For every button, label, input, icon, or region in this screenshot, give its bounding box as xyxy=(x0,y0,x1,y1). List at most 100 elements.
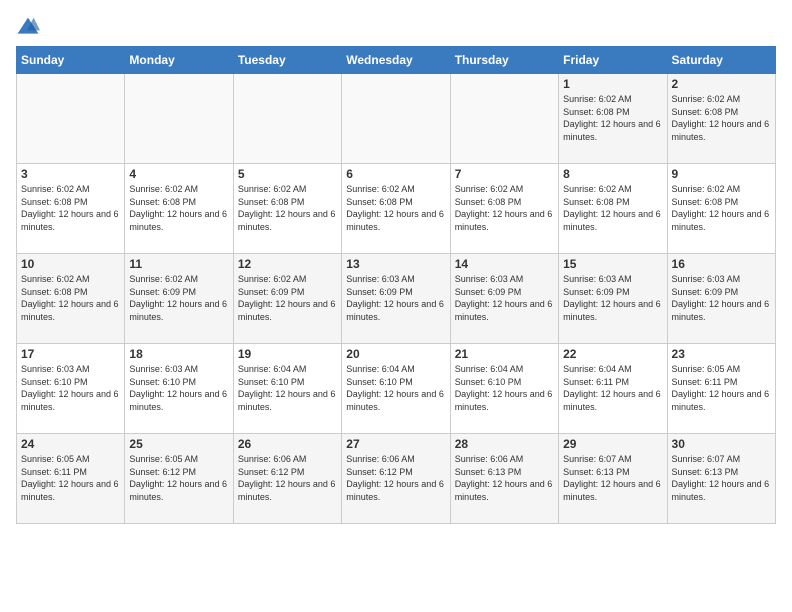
calendar-cell: 28 Sunrise: 6:06 AM Sunset: 6:13 PM Dayli… xyxy=(450,434,558,524)
day-info: Sunrise: 6:02 AM Sunset: 6:08 PM Dayligh… xyxy=(129,183,228,233)
calendar-cell xyxy=(233,74,341,164)
day-number: 8 xyxy=(563,167,662,181)
day-info: Sunrise: 6:02 AM Sunset: 6:08 PM Dayligh… xyxy=(21,183,120,233)
calendar-header: SundayMondayTuesdayWednesdayThursdayFrid… xyxy=(17,47,776,74)
calendar-week: 17Sunrise: 6:03 AM Sunset: 6:10 PM Dayli… xyxy=(17,344,776,434)
calendar-cell: 9 Sunrise: 6:02 AM Sunset: 6:08 PM Daylig… xyxy=(667,164,775,254)
day-number: 19 xyxy=(238,347,337,361)
day-info: Sunrise: 6:04 AM Sunset: 6:10 PM Dayligh… xyxy=(455,363,554,413)
header-day: Monday xyxy=(125,47,233,74)
header-day: Friday xyxy=(559,47,667,74)
day-info: Sunrise: 6:02 AM Sunset: 6:08 PM Dayligh… xyxy=(455,183,554,233)
day-info: Sunrise: 6:03 AM Sunset: 6:10 PM Dayligh… xyxy=(129,363,228,413)
day-number: 16 xyxy=(672,257,771,271)
day-number: 29 xyxy=(563,437,662,451)
day-info: Sunrise: 6:04 AM Sunset: 6:10 PM Dayligh… xyxy=(346,363,445,413)
day-info: Sunrise: 6:05 AM Sunset: 6:11 PM Dayligh… xyxy=(672,363,771,413)
day-number: 1 xyxy=(563,77,662,91)
day-number: 23 xyxy=(672,347,771,361)
calendar-cell: 16 Sunrise: 6:03 AM Sunset: 6:09 PM Dayli… xyxy=(667,254,775,344)
calendar-cell: 2 Sunrise: 6:02 AM Sunset: 6:08 PM Daylig… xyxy=(667,74,775,164)
day-info: Sunrise: 6:05 AM Sunset: 6:11 PM Dayligh… xyxy=(21,453,120,503)
logo-icon xyxy=(16,16,40,36)
calendar-cell xyxy=(125,74,233,164)
calendar-cell: 1 Sunrise: 6:02 AM Sunset: 6:08 PM Daylig… xyxy=(559,74,667,164)
day-number: 20 xyxy=(346,347,445,361)
day-number: 4 xyxy=(129,167,228,181)
day-number: 24 xyxy=(21,437,120,451)
page-header xyxy=(16,16,776,36)
day-info: Sunrise: 6:03 AM Sunset: 6:09 PM Dayligh… xyxy=(346,273,445,323)
day-number: 18 xyxy=(129,347,228,361)
calendar-cell: 6Sunrise: 6:02 AM Sunset: 6:08 PM Daylig… xyxy=(342,164,450,254)
calendar-cell xyxy=(17,74,125,164)
day-info: Sunrise: 6:03 AM Sunset: 6:09 PM Dayligh… xyxy=(455,273,554,323)
day-info: Sunrise: 6:03 AM Sunset: 6:10 PM Dayligh… xyxy=(21,363,120,413)
calendar-cell: 21 Sunrise: 6:04 AM Sunset: 6:10 PM Dayli… xyxy=(450,344,558,434)
day-number: 14 xyxy=(455,257,554,271)
day-info: Sunrise: 6:02 AM Sunset: 6:09 PM Dayligh… xyxy=(238,273,337,323)
calendar-cell: 11 Sunrise: 6:02 AM Sunset: 6:09 PM Dayli… xyxy=(125,254,233,344)
calendar-cell: 4 Sunrise: 6:02 AM Sunset: 6:08 PM Daylig… xyxy=(125,164,233,254)
day-info: Sunrise: 6:02 AM Sunset: 6:08 PM Dayligh… xyxy=(672,183,771,233)
calendar-cell: 27Sunrise: 6:06 AM Sunset: 6:12 PM Dayli… xyxy=(342,434,450,524)
day-info: Sunrise: 6:03 AM Sunset: 6:09 PM Dayligh… xyxy=(563,273,662,323)
day-info: Sunrise: 6:04 AM Sunset: 6:11 PM Dayligh… xyxy=(563,363,662,413)
day-info: Sunrise: 6:07 AM Sunset: 6:13 PM Dayligh… xyxy=(563,453,662,503)
day-number: 25 xyxy=(129,437,228,451)
day-info: Sunrise: 6:06 AM Sunset: 6:13 PM Dayligh… xyxy=(455,453,554,503)
day-info: Sunrise: 6:02 AM Sunset: 6:08 PM Dayligh… xyxy=(672,93,771,143)
day-info: Sunrise: 6:06 AM Sunset: 6:12 PM Dayligh… xyxy=(346,453,445,503)
day-info: Sunrise: 6:03 AM Sunset: 6:09 PM Dayligh… xyxy=(672,273,771,323)
calendar-cell: 8Sunrise: 6:02 AM Sunset: 6:08 PM Daylig… xyxy=(559,164,667,254)
header-day: Saturday xyxy=(667,47,775,74)
day-info: Sunrise: 6:02 AM Sunset: 6:08 PM Dayligh… xyxy=(346,183,445,233)
calendar-cell: 15Sunrise: 6:03 AM Sunset: 6:09 PM Dayli… xyxy=(559,254,667,344)
day-number: 26 xyxy=(238,437,337,451)
calendar-cell: 7 Sunrise: 6:02 AM Sunset: 6:08 PM Daylig… xyxy=(450,164,558,254)
day-number: 28 xyxy=(455,437,554,451)
calendar-cell: 12 Sunrise: 6:02 AM Sunset: 6:09 PM Dayli… xyxy=(233,254,341,344)
logo xyxy=(16,16,44,36)
calendar-week: 10Sunrise: 6:02 AM Sunset: 6:08 PM Dayli… xyxy=(17,254,776,344)
day-number: 22 xyxy=(563,347,662,361)
day-info: Sunrise: 6:07 AM Sunset: 6:13 PM Dayligh… xyxy=(672,453,771,503)
calendar-cell: 5 Sunrise: 6:02 AM Sunset: 6:08 PM Daylig… xyxy=(233,164,341,254)
calendar-cell: 22 Sunrise: 6:04 AM Sunset: 6:11 PM Dayli… xyxy=(559,344,667,434)
calendar-cell: 24 Sunrise: 6:05 AM Sunset: 6:11 PM Dayli… xyxy=(17,434,125,524)
calendar-cell: 3 Sunrise: 6:02 AM Sunset: 6:08 PM Daylig… xyxy=(17,164,125,254)
calendar-cell: 25 Sunrise: 6:05 AM Sunset: 6:12 PM Dayli… xyxy=(125,434,233,524)
calendar-body: 1 Sunrise: 6:02 AM Sunset: 6:08 PM Daylig… xyxy=(17,74,776,524)
calendar-week: 24 Sunrise: 6:05 AM Sunset: 6:11 PM Dayli… xyxy=(17,434,776,524)
day-info: Sunrise: 6:02 AM Sunset: 6:08 PM Dayligh… xyxy=(21,273,120,323)
day-number: 21 xyxy=(455,347,554,361)
calendar-cell: 23 Sunrise: 6:05 AM Sunset: 6:11 PM Dayli… xyxy=(667,344,775,434)
day-number: 2 xyxy=(672,77,771,91)
day-info: Sunrise: 6:02 AM Sunset: 6:09 PM Dayligh… xyxy=(129,273,228,323)
day-info: Sunrise: 6:05 AM Sunset: 6:12 PM Dayligh… xyxy=(129,453,228,503)
day-info: Sunrise: 6:04 AM Sunset: 6:10 PM Dayligh… xyxy=(238,363,337,413)
day-info: Sunrise: 6:06 AM Sunset: 6:12 PM Dayligh… xyxy=(238,453,337,503)
day-number: 12 xyxy=(238,257,337,271)
day-number: 13 xyxy=(346,257,445,271)
day-number: 5 xyxy=(238,167,337,181)
calendar-cell: 30 Sunrise: 6:07 AM Sunset: 6:13 PM Dayli… xyxy=(667,434,775,524)
header-row: SundayMondayTuesdayWednesdayThursdayFrid… xyxy=(17,47,776,74)
calendar-cell: 13 Sunrise: 6:03 AM Sunset: 6:09 PM Dayli… xyxy=(342,254,450,344)
calendar-week: 1 Sunrise: 6:02 AM Sunset: 6:08 PM Daylig… xyxy=(17,74,776,164)
day-number: 30 xyxy=(672,437,771,451)
day-number: 9 xyxy=(672,167,771,181)
day-number: 7 xyxy=(455,167,554,181)
day-number: 3 xyxy=(21,167,120,181)
calendar-cell xyxy=(450,74,558,164)
header-day: Wednesday xyxy=(342,47,450,74)
day-number: 11 xyxy=(129,257,228,271)
calendar-week: 3 Sunrise: 6:02 AM Sunset: 6:08 PM Daylig… xyxy=(17,164,776,254)
day-info: Sunrise: 6:02 AM Sunset: 6:08 PM Dayligh… xyxy=(563,93,662,143)
day-info: Sunrise: 6:02 AM Sunset: 6:08 PM Dayligh… xyxy=(238,183,337,233)
calendar-cell: 20 Sunrise: 6:04 AM Sunset: 6:10 PM Dayli… xyxy=(342,344,450,434)
calendar-table: SundayMondayTuesdayWednesdayThursdayFrid… xyxy=(16,46,776,524)
calendar-cell: 14 Sunrise: 6:03 AM Sunset: 6:09 PM Dayli… xyxy=(450,254,558,344)
header-day: Thursday xyxy=(450,47,558,74)
header-day: Sunday xyxy=(17,47,125,74)
